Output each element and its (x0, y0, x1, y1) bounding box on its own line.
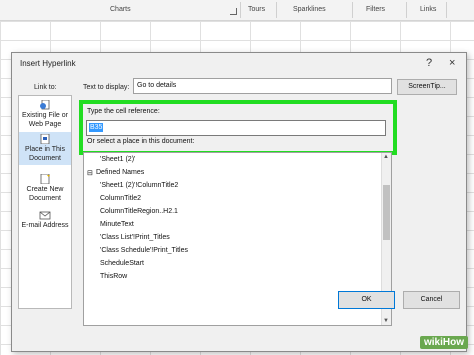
ribbon-separator (352, 2, 353, 18)
tree-toggle-icon[interactable]: ⊟ (87, 169, 93, 177)
cancel-button[interactable]: Cancel (403, 291, 460, 309)
ribbon-separator (276, 2, 277, 18)
tree-item[interactable]: ColumnTitleRegion..H2.1 (100, 208, 178, 215)
tree-item[interactable]: 'Sheet1 (2)' (100, 156, 135, 163)
help-button[interactable]: ? (426, 57, 432, 69)
ok-button[interactable]: OK (338, 291, 395, 309)
highlight-box: Type the cell reference: B35 Or select a… (79, 100, 397, 155)
new-document-icon (40, 174, 50, 184)
cell-reference-input[interactable]: B35 (86, 120, 386, 136)
link-to-email-label: E-mail Address (21, 222, 69, 229)
scroll-thumb[interactable] (383, 185, 390, 240)
link-to-label: Link to: (34, 84, 57, 91)
link-to-place-in-document[interactable]: Place in This Document (19, 132, 71, 165)
email-icon (39, 211, 51, 220)
text-to-display-input[interactable]: Go to details (133, 78, 392, 94)
link-to-existing-file-label: Existing File or Web Page (22, 112, 68, 128)
scroll-down-icon[interactable]: ▼ (383, 318, 389, 324)
ribbon-separator (240, 2, 241, 18)
insert-hyperlink-dialog: Insert Hyperlink ? × Link to: Existing F… (11, 52, 467, 352)
tree-item[interactable]: 'Sheet1 (2)'!ColumnTitle2 (100, 182, 178, 189)
close-button[interactable]: × (449, 57, 455, 69)
link-to-email[interactable]: E-mail Address (19, 210, 71, 230)
ribbon: Charts Tours Sparklines Filters Links (0, 0, 474, 21)
link-to-create-new[interactable]: Create New Document (19, 174, 71, 203)
watermark-logo: wikiHow (419, 336, 468, 349)
ribbon-separator (446, 2, 447, 18)
scroll-up-icon[interactable]: ▲ (383, 154, 389, 160)
ribbon-group-charts[interactable]: Charts (110, 6, 131, 13)
screentip-button[interactable]: ScreenTip... (397, 79, 457, 95)
tree-item[interactable]: 'Class List'!Print_Titles (100, 234, 170, 241)
link-to-create-new-label: Create New Document (26, 186, 64, 202)
tree-item[interactable]: ScheduleStart (100, 260, 144, 267)
tree-item[interactable]: ColumnTitle2 (100, 195, 141, 202)
link-to-panel: Existing File or Web Page Place in This … (18, 95, 72, 309)
ribbon-group-tours[interactable]: Tours (248, 6, 265, 13)
ribbon-group-filters[interactable]: Filters (366, 6, 385, 13)
cell-reference-label: Type the cell reference: (87, 108, 160, 115)
text-to-display-label: Text to display: (83, 84, 130, 91)
dialog-title: Insert Hyperlink (20, 59, 76, 68)
tree-item[interactable]: ThisRow (100, 273, 127, 280)
ribbon-group-sparklines[interactable]: Sparklines (293, 6, 326, 13)
link-to-place-in-document-label: Place in This Document (25, 146, 65, 162)
document-place-icon (40, 134, 50, 144)
ribbon-group-links[interactable]: Links (420, 6, 436, 13)
charts-launcher-icon[interactable] (230, 8, 237, 15)
tree-item[interactable]: 'Class Schedule'!Print_Titles (100, 247, 188, 254)
select-place-label: Or select a place in this document: (87, 138, 195, 145)
tree-item[interactable]: MinuteText (100, 221, 134, 228)
cell-reference-value: B35 (89, 123, 104, 132)
ribbon-separator (406, 2, 407, 18)
tree-item[interactable]: Defined Names (96, 169, 144, 176)
globe-file-icon (40, 100, 50, 110)
link-to-existing-file[interactable]: Existing File or Web Page (19, 100, 71, 129)
